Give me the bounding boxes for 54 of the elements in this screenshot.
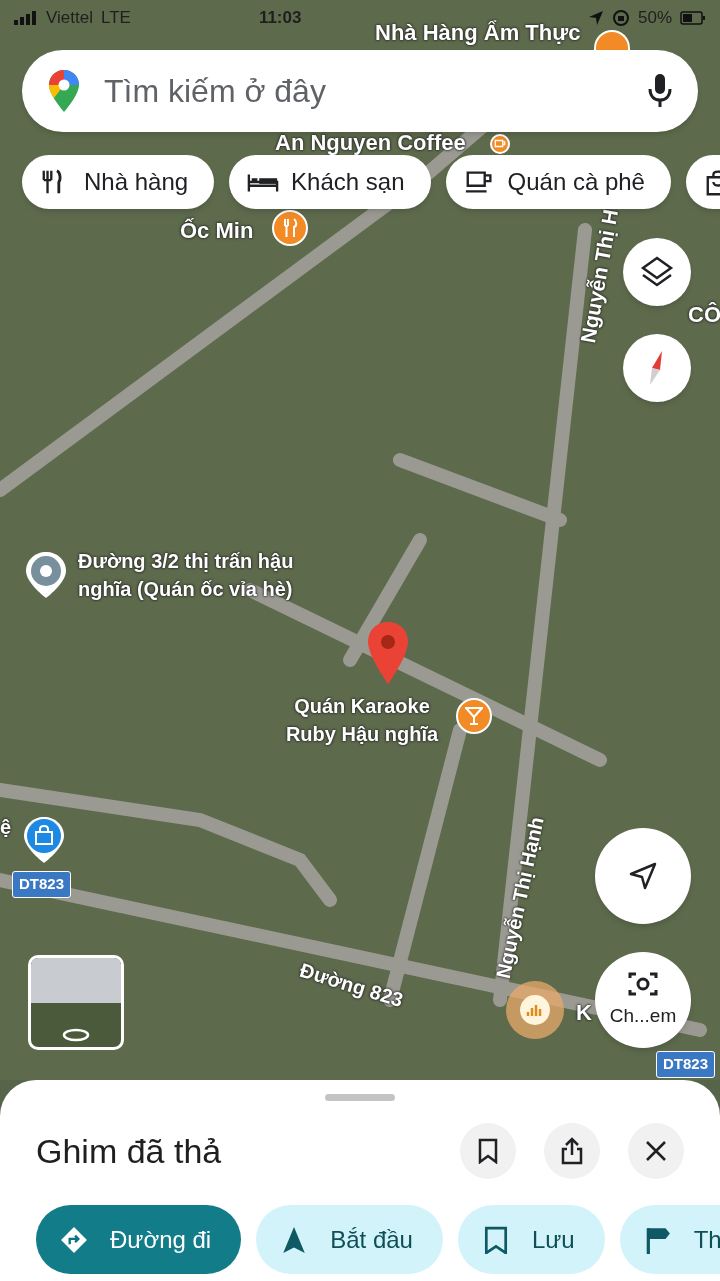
- map-label: Nhà Hàng Ẩm Thực: [375, 19, 581, 47]
- close-icon: [645, 1140, 667, 1162]
- signal-icon: [14, 11, 38, 25]
- map-label: Đường 3/2 thị trấn hậu nghĩa (Quán ốc vỉa hè): [78, 549, 295, 602]
- location-arrow-icon: [587, 10, 604, 26]
- action-chip[interactable]: Lưu: [457, 1205, 605, 1274]
- map-label: K: [576, 999, 592, 1027]
- maps-logo-icon: [48, 69, 80, 113]
- map-label: An Nguyen Coffee: [275, 129, 466, 157]
- drag-handle[interactable]: [325, 1094, 395, 1101]
- carrier-name: Viettel: [46, 7, 93, 30]
- rotation-lock-icon: [611, 9, 630, 27]
- bar-chart-marker-icon[interactable]: [505, 980, 565, 1040]
- battery-icon: [680, 11, 706, 25]
- microphone-icon[interactable]: [648, 73, 672, 109]
- directions-icon: [60, 1225, 88, 1254]
- map-layers-button[interactable]: [623, 238, 691, 306]
- map-label: Ốc Min: [180, 217, 254, 245]
- action-chip[interactable]: Bắt đầu: [256, 1205, 443, 1274]
- category-chip[interactable]: Quán cà phê: [445, 155, 671, 209]
- satellite-map[interactable]: [0, 0, 720, 1080]
- sheet-title: Ghim đã thả: [36, 1130, 223, 1172]
- map-label: Quán Karaoke Ruby Hậu nghĩa: [284, 694, 440, 747]
- compass-button[interactable]: [623, 334, 691, 402]
- bar-marker-icon[interactable]: [456, 698, 492, 734]
- road-number-badge: DT823: [12, 871, 72, 898]
- map-label: Nguyễn Thị Hạnh: [490, 814, 549, 982]
- action-chip[interactable]: Đường đi: [36, 1205, 242, 1274]
- shopping-pin-icon[interactable]: [22, 815, 66, 865]
- search-field[interactable]: Tìm kiếm ở đây: [22, 50, 698, 132]
- layers-icon: [640, 256, 674, 288]
- map-label: Nguyễn Thị H: [574, 206, 624, 346]
- share-icon: [560, 1137, 584, 1165]
- category-chip[interactable]: Khách sạn: [229, 155, 431, 209]
- road-number-badge: DT823: [656, 1051, 716, 1078]
- dropped-pin-icon[interactable]: [366, 620, 410, 686]
- close-button[interactable]: [628, 1123, 684, 1179]
- clock-time: 11:03: [258, 7, 302, 30]
- street-view-thumbnail[interactable]: [28, 955, 124, 1050]
- save-button[interactable]: [460, 1123, 516, 1179]
- camera-search-button[interactable]: Ch...em: [595, 952, 691, 1048]
- battery-level: 50%: [637, 7, 672, 30]
- map-label: ệ: [0, 815, 12, 840]
- search-placeholder: Tìm kiếm ở đây: [104, 72, 327, 111]
- rotate-360-icon: [61, 1028, 91, 1042]
- location-pin-icon[interactable]: [24, 550, 68, 600]
- navigation-arrow-icon: [628, 861, 658, 891]
- bookmark-icon: [478, 1138, 498, 1164]
- map-label: CÔ: [688, 301, 720, 329]
- share-button[interactable]: [544, 1123, 600, 1179]
- action-chip[interactable]: Th: [619, 1205, 720, 1274]
- cafe-marker-icon[interactable]: [490, 134, 510, 154]
- category-chip[interactable]: Nhà hàng: [22, 155, 215, 209]
- network-type: LTE: [100, 7, 131, 30]
